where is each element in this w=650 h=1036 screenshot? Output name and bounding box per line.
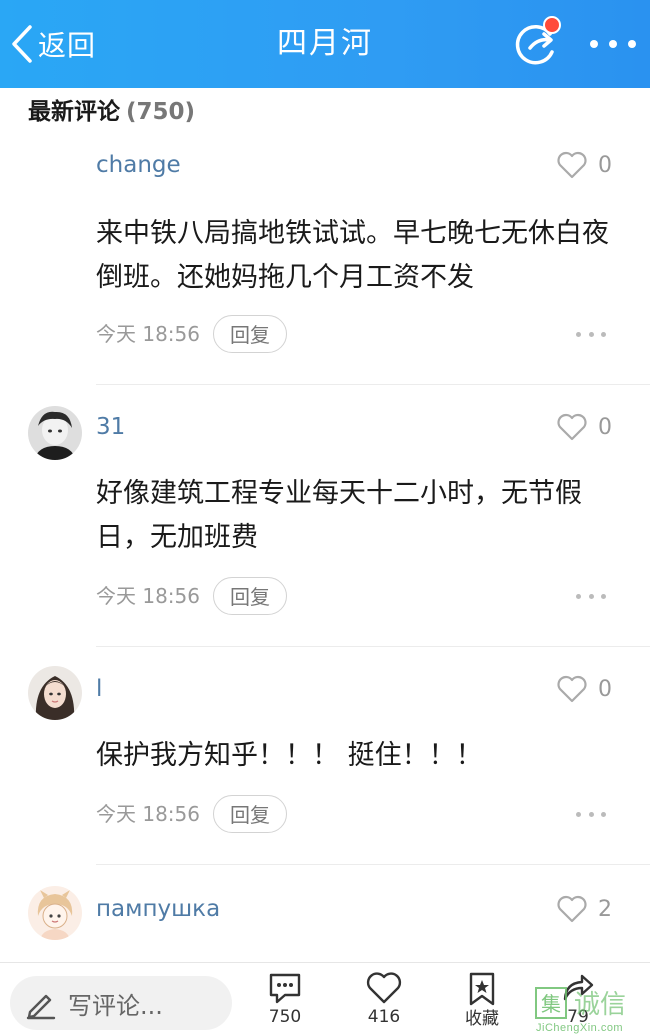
comment-text: 好像建筑工程专业每天十二小时，无节假日，无加班费 [96, 478, 582, 553]
reply-button[interactable]: 回复 [213, 315, 287, 353]
comment-more-button[interactable] [576, 329, 606, 339]
dot-icon [588, 811, 594, 817]
dot-icon [576, 811, 581, 817]
like-article-button[interactable]: 416 [349, 971, 419, 1035]
heart-icon [366, 972, 402, 1004]
comment-author[interactable]: 31 [96, 410, 125, 444]
svg-text:集: 集 [541, 992, 561, 1016]
likes-count: 416 [367, 1007, 401, 1027]
dot-icon [609, 40, 617, 48]
like-count: 0 [598, 152, 612, 178]
comment-bubble-icon [269, 973, 301, 1004]
write-comment-placeholder: 写评论... [68, 991, 163, 1020]
like-count: 0 [598, 414, 612, 440]
dot-icon [588, 331, 594, 337]
dot-icon [590, 40, 598, 48]
write-comment-input[interactable]: 写评论... [10, 976, 232, 1030]
dot-icon [576, 593, 581, 599]
divider [96, 864, 650, 865]
dot-icon [588, 593, 594, 599]
like-button[interactable]: 0 [556, 672, 612, 706]
comment-time: 今天 18:56 [96, 322, 200, 346]
dot-icon [628, 40, 636, 48]
more-options-button[interactable] [590, 30, 636, 58]
heart-icon [557, 675, 587, 703]
heart-icon [557, 895, 587, 923]
like-button[interactable]: 0 [556, 410, 612, 444]
comment-time: 今天 18:56 [96, 584, 200, 608]
like-button[interactable]: 2 [556, 892, 612, 926]
like-count: 2 [598, 896, 612, 922]
watermark-url: JiChengXin.com [536, 1022, 624, 1034]
watermark-logo: 集 诚信 [535, 987, 626, 1020]
avatar[interactable] [28, 886, 82, 940]
comment-author[interactable]: l [96, 672, 102, 706]
pencil-icon [26, 994, 56, 1020]
dot-icon [601, 593, 606, 599]
dot-icon [601, 811, 606, 817]
comment-more-button[interactable] [576, 809, 606, 819]
bookmark-star-icon [469, 972, 495, 1006]
comments-count: 750 [268, 1007, 302, 1027]
user-avatar-icon [28, 666, 82, 720]
top-navigation-bar: 返回 四月河 [0, 0, 650, 88]
heart-icon [557, 151, 587, 179]
avatar[interactable] [28, 406, 82, 460]
dot-icon [576, 331, 581, 337]
watermark: 集 诚信 JiChengXin.com [530, 984, 650, 1036]
comment-more-button[interactable] [576, 591, 606, 601]
avatar[interactable] [28, 666, 82, 720]
notification-dot [543, 16, 561, 34]
latest-comments-header: 最新评论 (750) [28, 96, 195, 128]
user-avatar-icon [28, 886, 82, 940]
reply-button[interactable]: 回复 [213, 795, 287, 833]
comment-author[interactable]: пампушка [96, 892, 220, 926]
like-count: 0 [598, 676, 612, 702]
comment-text: 保护我方知乎！！！ 挺住！！！ [96, 740, 483, 771]
comment-author[interactable]: change [96, 148, 181, 182]
comment-time: 今天 18:56 [96, 802, 200, 826]
comment-count: (750) [126, 99, 196, 125]
svg-text:诚信: 诚信 [574, 990, 626, 1020]
section-title: 最新评论 [28, 99, 120, 125]
divider [96, 646, 650, 647]
reply-button[interactable]: 回复 [213, 577, 287, 615]
user-avatar-icon [28, 406, 82, 460]
heart-icon [557, 413, 587, 441]
comments-button[interactable]: 750 [250, 971, 320, 1035]
dot-icon [601, 331, 606, 337]
favorite-button[interactable]: 收藏 [447, 971, 517, 1035]
like-button[interactable]: 0 [556, 148, 612, 182]
comment-text: 来中铁八局搞地铁试试。早七晚七无休白夜倒班。还她妈拖几个月工资不发 [96, 218, 609, 293]
favorite-label: 收藏 [465, 1009, 499, 1029]
divider [96, 384, 650, 385]
